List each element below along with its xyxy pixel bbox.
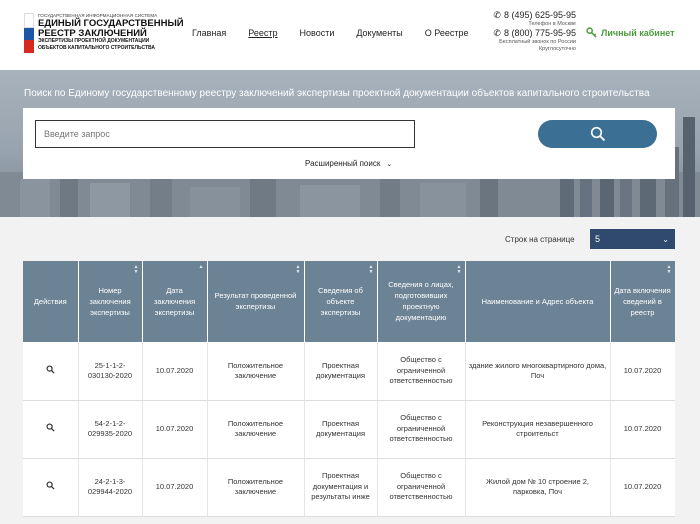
nav-item-documents[interactable]: Документы — [356, 28, 402, 38]
cell-object: Проектная документация — [304, 342, 378, 401]
phone-moscow[interactable]: ✆ 8 (495) 625-95-95 — [486, 10, 576, 21]
column-header-persons[interactable]: ▲ ▼ Сведения о лицах, подготовивших проект… — [377, 261, 466, 343]
cell-included-date: 10.07.2020 — [610, 342, 675, 401]
cell-result: Положительное заключение — [207, 400, 305, 459]
logo-title-line2: РЕЕСТР ЗАКЛЮЧЕНИЙ — [38, 27, 147, 39]
cell-object: Проектная документация и результаты инже — [304, 458, 378, 517]
column-header-actions: Действия — [23, 261, 79, 343]
search-panel: Расширенный поиск ⌄ — [23, 108, 675, 179]
cell-persons: Общество с ограниченной ответственностью — [377, 400, 466, 459]
column-header-object[interactable]: ▲ ▼ Сведения об объекте экспертизы — [304, 261, 378, 343]
sort-icon: ▲ ▼ — [133, 264, 139, 275]
phone-russia-note: Бесплатный звонок по России — [499, 39, 576, 45]
logo-subtitle-line2: ОБЪЕКТОВ КАПИТАЛЬНОГО СТРОИТЕЛЬСТВА — [38, 44, 155, 51]
cell-name-address: Реконструкция незавершенного строительст — [465, 400, 611, 459]
results-table-container: Действия ▲ ▼ Номер заключения экспертизы ▲… — [23, 261, 675, 524]
site-logo[interactable]: Государственная информационная система Е… — [24, 13, 184, 54]
magnifier-icon[interactable] — [46, 365, 55, 374]
logo-text: Государственная информационная система Е… — [38, 13, 184, 53]
column-header-result[interactable]: ▲ ▼ Результат проведенной экспертизы — [207, 261, 305, 343]
chevron-down-icon: ⌄ — [662, 234, 669, 244]
cell-included-date: 10.07.2020 — [610, 400, 675, 459]
column-header-included-date[interactable]: ▲ ▼ Дата включения сведений в реестр — [610, 261, 675, 343]
cell-object: Проектная документация — [304, 400, 378, 459]
search-hero: Поиск по Единому государственному реестр… — [0, 70, 700, 217]
table-row[interactable]: 24-2-1-3-029944-2020 10.07.2020 Положите… — [23, 458, 675, 517]
phone-moscow-number: 8 (495) 625-95-95 — [503, 10, 576, 20]
cell-date: 10.07.2020 — [142, 458, 208, 517]
cell-number: 25-1-1-2-030130-2020 — [78, 342, 143, 401]
sort-icon: ▲ ▼ — [368, 264, 374, 275]
search-title: Поиск по Единому государственному реестр… — [24, 88, 650, 99]
cell-result: Положительное заключение — [207, 342, 305, 401]
contact-phones: ✆ 8 (495) 625-95-95 Телефон в Москве ✆ 8 (… — [486, 10, 576, 53]
sort-icon: ▲ ▼ — [295, 264, 301, 275]
column-header-date[interactable]: ▲ Дата заключения экспертизы — [142, 261, 208, 343]
rows-per-page-value: 5 — [595, 234, 601, 244]
advanced-search-label: Расширенный поиск — [305, 159, 381, 168]
cell-name-address: Жилой дом № 10 строение 2, парковка, Поч — [465, 458, 611, 517]
sort-icon: ▲ ▼ — [456, 264, 462, 275]
main-nav: Главная Реестр Новости Документы О Реест… — [192, 28, 491, 38]
advanced-search-toggle[interactable]: Расширенный поиск ⌄ — [305, 159, 392, 168]
cell-result: Положительное заключение — [207, 458, 305, 517]
cell-name-address: здание жилого многоквартирного дома, Поч — [465, 342, 611, 401]
site-header: Государственная информационная система Е… — [0, 0, 700, 70]
row-actions — [23, 342, 79, 401]
cell-number: 54-2-1-2-029935-2020 — [78, 400, 143, 459]
cell-number: 24-2-1-3-029944-2020 — [78, 458, 143, 517]
nav-item-news[interactable]: Новости — [300, 28, 335, 38]
phone-icon: ✆ — [493, 10, 501, 20]
russian-flag-icon — [24, 13, 34, 54]
table-row[interactable]: 54-2-1-2-029935-2020 10.07.2020 Положите… — [23, 400, 675, 459]
rows-per-page-select[interactable]: 5 ⌄ — [590, 229, 675, 249]
table-row[interactable]: 25-1-1-2-030130-2020 10.07.2020 Положите… — [23, 342, 675, 401]
sort-icon: ▲ ▼ — [666, 264, 672, 275]
personal-cabinet-link[interactable]: Личный кабинет — [586, 27, 675, 38]
magnifier-icon[interactable] — [46, 481, 55, 490]
nav-item-registry[interactable]: Реестр — [248, 28, 277, 38]
rows-per-page-label: Строк на странице — [505, 235, 575, 244]
phone-russia-number: 8 (800) 775-95-95 — [503, 28, 576, 38]
phone-icon: ✆ — [493, 28, 501, 38]
table-header-row: Действия ▲ ▼ Номер заключения экспертизы ▲… — [23, 261, 675, 343]
sort-icon: ▲ — [198, 264, 204, 270]
search-icon — [590, 126, 605, 142]
row-actions — [23, 400, 79, 459]
cell-persons: Общество с ограниченной ответственностью — [377, 342, 466, 401]
phone-russia-note2: Круглосуточно — [538, 46, 576, 52]
personal-cabinet-label: Личный кабинет — [601, 27, 675, 38]
chevron-down-icon: ⌄ — [386, 161, 393, 168]
search-button[interactable] — [538, 120, 657, 148]
cell-date: 10.07.2020 — [142, 342, 208, 401]
cell-date: 10.07.2020 — [142, 400, 208, 459]
phone-russia[interactable]: ✆ 8 (800) 775-95-95 — [486, 28, 576, 39]
column-header-number[interactable]: ▲ ▼ Номер заключения экспертизы — [78, 261, 143, 343]
phone-moscow-note: Телефон в Москве — [528, 21, 576, 27]
search-input[interactable] — [35, 120, 415, 148]
row-actions — [23, 458, 79, 517]
cell-persons: Общество с ограниченной ответственностью — [377, 458, 466, 517]
nav-item-home[interactable]: Главная — [192, 28, 226, 38]
cell-included-date: 10.07.2020 — [610, 458, 675, 517]
magnifier-icon[interactable] — [46, 423, 55, 432]
nav-item-about[interactable]: О Реестре — [425, 28, 469, 38]
results-table: Действия ▲ ▼ Номер заключения экспертизы ▲… — [23, 261, 675, 517]
column-header-name-address: Наименование и Адрес объекта — [465, 261, 611, 343]
key-icon — [586, 27, 597, 38]
